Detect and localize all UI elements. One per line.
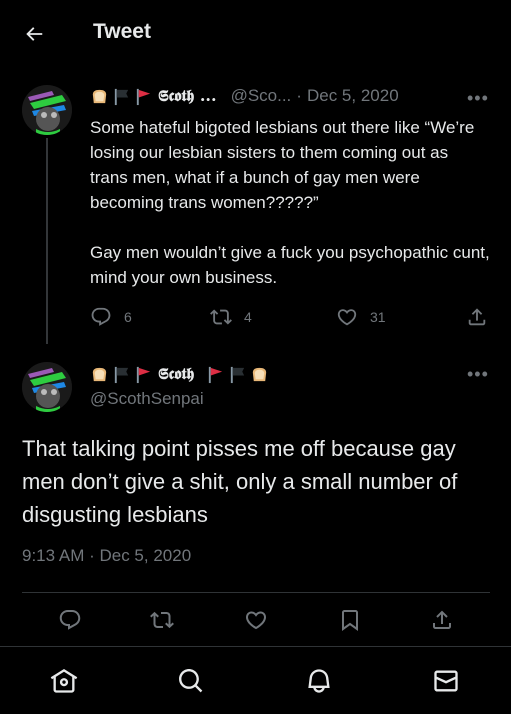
red-flag-emoji	[134, 87, 153, 106]
black-flag-emoji	[112, 87, 131, 106]
display-name[interactable]: 𝕾𝖈𝖔𝖙𝖍 ...	[158, 86, 217, 106]
reply-button[interactable]	[58, 608, 82, 632]
share-icon	[433, 610, 451, 629]
retweet-button[interactable]	[150, 608, 174, 632]
retweet-icon	[150, 611, 174, 629]
like-button[interactable]	[244, 608, 268, 632]
display-name[interactable]: 𝕾𝖈𝖔𝖙𝖍	[158, 364, 194, 384]
thread-connector	[46, 138, 48, 344]
handle[interactable]: @ScothSenpai	[90, 389, 204, 409]
reply-icon	[59, 610, 81, 630]
share-icon	[468, 308, 486, 326]
main-tweet-name-row: 𝕾𝖈𝖔𝖙𝖍	[90, 364, 272, 384]
handle[interactable]: @Sco...	[231, 86, 292, 106]
like-button[interactable]: 31	[336, 306, 386, 328]
bookmark-button[interactable]	[338, 608, 362, 632]
retweet-button[interactable]: 4	[210, 306, 252, 328]
more-options-icon[interactable]: •••	[467, 364, 489, 385]
bottom-navigation	[0, 646, 511, 714]
parent-tweet-header: 𝕾𝖈𝖔𝖙𝖍 ... @Sco... · Dec 5, 2020	[90, 86, 399, 106]
tweet-date[interactable]: Dec 5, 2020	[307, 86, 399, 106]
avatar[interactable]	[22, 85, 72, 135]
bread-emoji	[90, 87, 109, 106]
main-tweet-text: That talking point pisses me off because…	[22, 436, 458, 527]
notifications-icon[interactable]	[303, 665, 335, 697]
heart-icon	[245, 611, 267, 630]
back-arrow-icon[interactable]	[20, 20, 48, 48]
main-avatar[interactable]	[22, 362, 72, 412]
heart-icon	[337, 309, 357, 326]
divider	[22, 592, 490, 593]
like-count: 31	[370, 309, 386, 325]
share-button[interactable]	[430, 608, 454, 632]
more-options-icon[interactable]: •••	[467, 88, 489, 109]
black-flag-emoji	[112, 365, 131, 384]
bookmark-icon	[342, 610, 358, 631]
page-title: Tweet	[93, 20, 151, 43]
tweet-timestamp[interactable]: 9:13 AM · Dec 5, 2020	[22, 546, 191, 566]
search-icon[interactable]	[175, 665, 207, 697]
red-flag-emoji	[134, 365, 153, 384]
top-bar: Tweet	[0, 0, 511, 66]
retweet-count: 4	[244, 309, 252, 325]
home-icon[interactable]	[48, 665, 80, 697]
red-flag-emoji	[206, 365, 225, 384]
share-button[interactable]	[466, 306, 488, 328]
retweet-icon	[210, 309, 232, 325]
reply-button[interactable]: 6	[90, 306, 132, 328]
reply-icon	[91, 307, 111, 326]
reply-count: 6	[124, 309, 132, 325]
parent-tweet-text: Some hateful bigoted lesbians out there …	[90, 118, 490, 287]
separator: ·	[296, 86, 302, 105]
bread-emoji	[90, 365, 109, 384]
bread-emoji	[250, 365, 269, 384]
black-flag-emoji	[228, 365, 247, 384]
messages-icon[interactable]	[430, 665, 462, 697]
